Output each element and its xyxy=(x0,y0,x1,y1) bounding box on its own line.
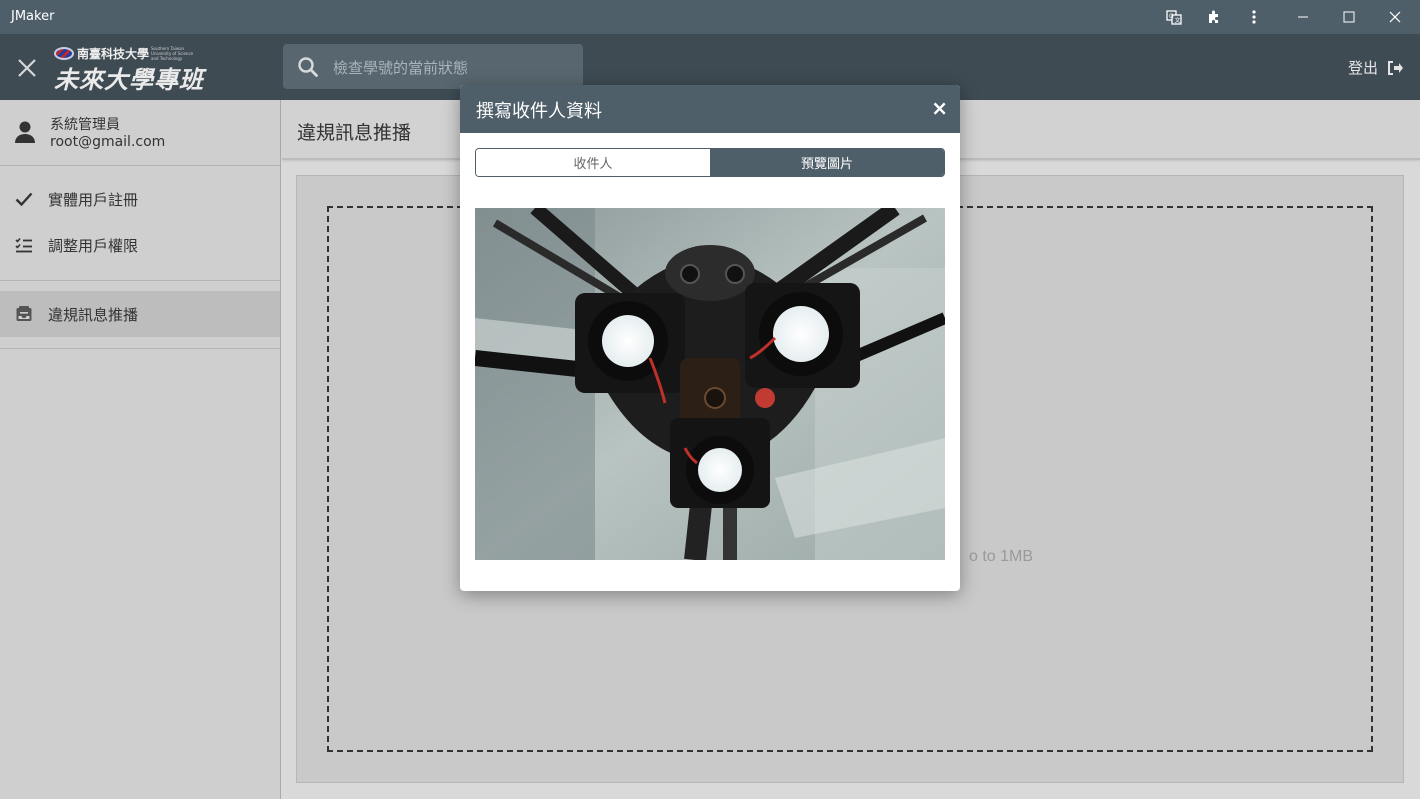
user-email: root@gmail.com xyxy=(50,134,166,150)
modal-close-button[interactable]: × xyxy=(931,96,948,120)
check-icon xyxy=(14,189,34,209)
logout-button[interactable]: 登出 xyxy=(1348,57,1404,78)
drawer-close-icon[interactable] xyxy=(10,51,44,85)
sidebar-item-label: 實體用戶註冊 xyxy=(48,190,139,209)
close-icon[interactable] xyxy=(1375,0,1415,34)
modal-header: 撰寫收件人資料 × xyxy=(460,85,960,133)
sidebar-item-label: 調整用戶權限 xyxy=(48,236,139,255)
sidebar-item-violation-broadcast[interactable]: 違規訊息推播 xyxy=(0,291,280,337)
sidebar-item-label: 違規訊息推播 xyxy=(48,305,139,324)
svg-text:G: G xyxy=(1169,13,1174,20)
search-placeholder: 檢查學號的當前狀態 xyxy=(333,59,469,77)
logout-label: 登出 xyxy=(1347,59,1378,77)
translate-icon[interactable]: G文 xyxy=(1154,0,1194,34)
svg-text:文: 文 xyxy=(1175,17,1181,25)
sidebar-divider xyxy=(0,280,280,281)
user-name: 系統管理員 xyxy=(50,117,120,133)
emblem-icon xyxy=(54,47,74,60)
maximize-icon[interactable] xyxy=(1329,0,1369,34)
extensions-icon[interactable] xyxy=(1194,0,1234,34)
sidebar: 系統管理員 root@gmail.com 實體用戶註冊 調整用戶權限 違規訊息推… xyxy=(0,100,281,799)
dropzone-hint: o to 1MB xyxy=(969,548,1034,565)
sidebar-divider xyxy=(0,348,280,349)
more-vert-icon[interactable] xyxy=(1234,0,1274,34)
school-logo[interactable]: 南臺科技大學 Southern Taiwan University of Sci… xyxy=(54,45,214,94)
app-title: JMaker xyxy=(11,9,55,24)
modal-tab-switcher: 收件人 預覽圖片 xyxy=(475,148,945,177)
search-input[interactable]: 檢查學號的當前狀態 xyxy=(283,44,583,89)
preview-image xyxy=(475,208,945,560)
logout-icon xyxy=(1388,60,1403,75)
search-icon xyxy=(298,57,318,77)
checklist-icon xyxy=(14,235,34,255)
sidebar-item-register[interactable]: 實體用戶註冊 xyxy=(0,176,280,222)
minimize-icon[interactable] xyxy=(1283,0,1323,34)
logo-program-name: 未來大學專班 xyxy=(54,65,204,94)
tab-recipients[interactable]: 收件人 xyxy=(476,149,710,176)
logo-school-name-en: Southern Taiwan University of Science an… xyxy=(151,46,194,61)
page-title: 違規訊息推播 xyxy=(297,122,412,144)
user-profile: 系統管理員 root@gmail.com xyxy=(0,100,280,166)
user-icon xyxy=(15,121,35,143)
tab-preview-image[interactable]: 預覽圖片 xyxy=(710,149,944,176)
sidebar-item-permissions[interactable]: 調整用戶權限 xyxy=(0,222,280,268)
modal-title: 撰寫收件人資料 xyxy=(476,101,602,122)
compose-recipient-modal: 撰寫收件人資料 × 收件人 預覽圖片 xyxy=(460,85,960,591)
inbox-icon xyxy=(14,304,34,324)
hotend-photo xyxy=(475,208,945,560)
window-titlebar: JMaker G文 xyxy=(0,0,1420,34)
